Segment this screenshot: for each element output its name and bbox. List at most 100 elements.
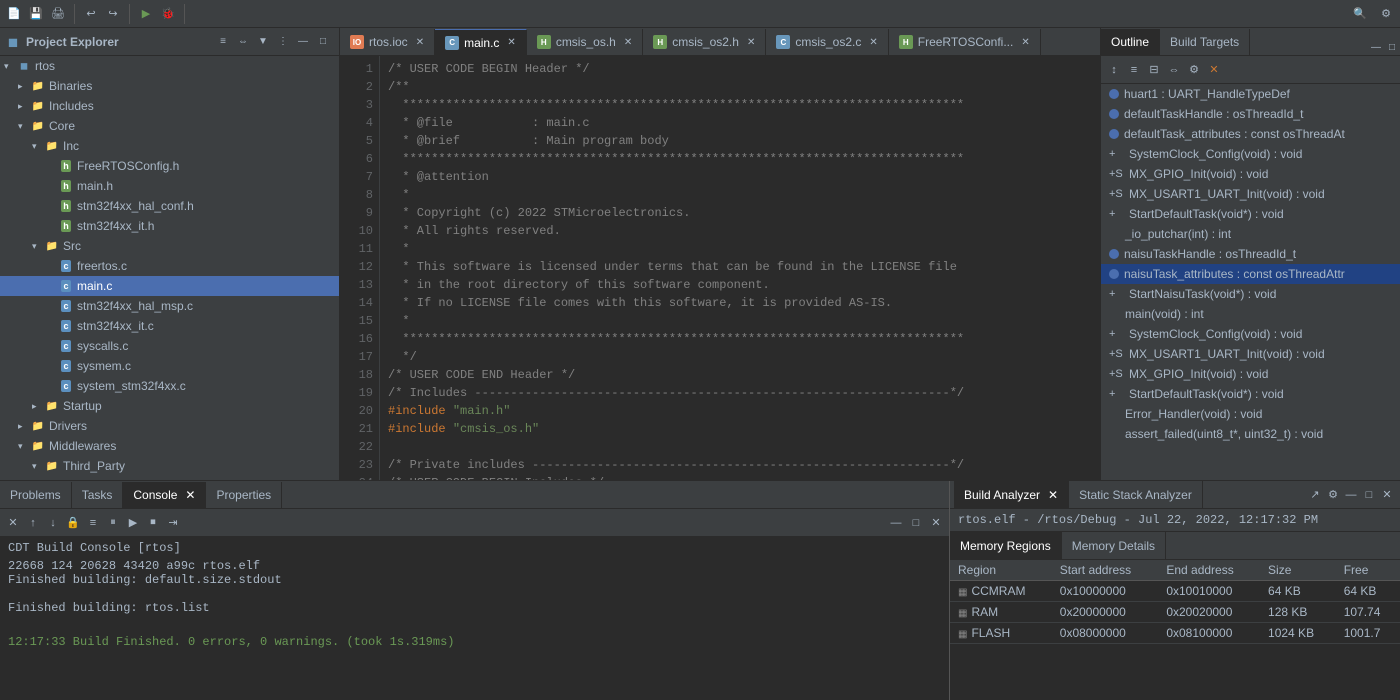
outline-item[interactable]: Error_Handler(void) : void xyxy=(1101,404,1400,424)
tab-close-cmsis_os-h[interactable]: ✕ xyxy=(624,37,632,48)
tab-close-main-c[interactable]: ✕ xyxy=(507,37,515,48)
outline-item[interactable]: +SMX_USART1_UART_Init(void) : void xyxy=(1101,344,1400,364)
link-with-editor-btn[interactable]: ⇔ xyxy=(235,34,251,50)
tree-item-third_party[interactable]: ▾📁Third_Party xyxy=(0,456,339,476)
outline-item[interactable]: +SystemClock_Config(void) : void xyxy=(1101,324,1400,344)
outline-maximize-btn[interactable]: □ xyxy=(1384,39,1400,55)
outline-item[interactable]: defaultTaskHandle : osThreadId_t xyxy=(1101,104,1400,124)
console-minimize-btn[interactable]: — xyxy=(887,514,905,532)
outline-item[interactable]: +SystemClock_Config(void) : void xyxy=(1101,144,1400,164)
tab-close-cmsis_os2-c[interactable]: ✕ xyxy=(869,37,877,48)
console-stop-btn[interactable]: ⏹ xyxy=(144,514,162,532)
maximize-explorer-btn[interactable]: □ xyxy=(315,34,331,50)
build-tab-build-analyzer[interactable]: Build Analyzer✕ xyxy=(954,481,1069,508)
outline-item[interactable]: naisuTask_attributes : const osThreadAtt… xyxy=(1101,264,1400,284)
filter-btn[interactable]: ▼ xyxy=(255,34,271,50)
tree-item-freertosconfig[interactable]: hFreeRTOSConfig.h xyxy=(0,156,339,176)
editor-tab-rtos-ioc[interactable]: IOrtos.ioc✕ xyxy=(340,29,435,55)
tree-item-middlewares[interactable]: ▾📁Middlewares xyxy=(0,436,339,456)
tree-item-core[interactable]: ▾📁Core xyxy=(0,116,339,136)
debug-button[interactable]: 🐞 xyxy=(158,4,178,24)
memory-tab-memory-details[interactable]: Memory Details xyxy=(1062,532,1166,559)
console-lock-btn[interactable]: 🔒 xyxy=(64,514,82,532)
outline-item[interactable]: +StartNaisuTask(void*) : void xyxy=(1101,284,1400,304)
undo-button[interactable]: ↩ xyxy=(81,4,101,24)
tree-item-stm32f4xx_hal_msp[interactable]: cstm32f4xx_hal_msp.c xyxy=(0,296,339,316)
collapse-all-btn[interactable]: ≡ xyxy=(215,34,231,50)
tab-build-targets[interactable]: Build Targets xyxy=(1160,29,1250,55)
build-settings-btn[interactable]: ⚙ xyxy=(1324,486,1342,504)
outline-item[interactable]: huart1 : UART_HandleTypeDef xyxy=(1101,84,1400,104)
tree-item-startup[interactable]: ▸📁Startup xyxy=(0,396,339,416)
code-editor[interactable]: 1234567891011121314151617181920212223242… xyxy=(340,56,1100,480)
tab-close-cmsis_os2-h[interactable]: ✕ xyxy=(747,37,755,48)
editor-tab-main-c[interactable]: Cmain.c✕ xyxy=(435,29,527,55)
code-content[interactable]: /* USER CODE BEGIN Header *//** ********… xyxy=(380,56,1100,480)
console-pause-btn[interactable]: ⏸ xyxy=(104,514,122,532)
editor-tab-cmsis_os2-h[interactable]: Hcmsis_os2.h✕ xyxy=(643,29,766,55)
console-tab-problems[interactable]: Problems xyxy=(0,482,72,508)
save-button[interactable]: 💾 xyxy=(26,4,46,24)
console-tab-tasks[interactable]: Tasks xyxy=(72,482,124,508)
outline-item[interactable]: +SMX_USART1_UART_Init(void) : void xyxy=(1101,184,1400,204)
tree-item-freertos-c[interactable]: cfreertos.c xyxy=(0,256,339,276)
tree-item-stm32f4xx_it-h[interactable]: hstm32f4xx_it.h xyxy=(0,216,339,236)
console-tab-close[interactable]: ✕ xyxy=(185,488,195,502)
console-close-btn[interactable]: ✕ xyxy=(927,514,945,532)
outline-sort-btn[interactable]: ↕ xyxy=(1105,61,1123,79)
outline-item[interactable]: +StartDefaultTask(void*) : void xyxy=(1101,384,1400,404)
console-maximize-btn[interactable]: □ xyxy=(907,514,925,532)
tree-item-sysmem[interactable]: csysmem.c xyxy=(0,356,339,376)
view-menu-btn[interactable]: ⋮ xyxy=(275,34,291,50)
editor-tab-freertosconf[interactable]: HFreeRTOSConfi...✕ xyxy=(889,29,1041,55)
print-button[interactable]: 🖨 xyxy=(48,4,68,24)
outline-settings-btn[interactable]: ⚙ xyxy=(1185,61,1203,79)
outline-item[interactable]: naisuTaskHandle : osThreadId_t xyxy=(1101,244,1400,264)
outline-close-btn[interactable]: ✕ xyxy=(1205,61,1223,79)
build-close-btn[interactable]: ✕ xyxy=(1378,486,1396,504)
console-tab-console[interactable]: Console✕ xyxy=(123,482,206,508)
outline-item[interactable]: +StartDefaultTask(void*) : void xyxy=(1101,204,1400,224)
outline-item[interactable]: _io_putchar(int) : int xyxy=(1101,224,1400,244)
outline-filter-btn[interactable]: ≡ xyxy=(1125,61,1143,79)
tree-item-src[interactable]: ▾📁Src xyxy=(0,236,339,256)
new-button[interactable]: 📄 xyxy=(4,4,24,24)
tab-close-freertosconf[interactable]: ✕ xyxy=(1021,37,1029,48)
console-down-btn[interactable]: ↓ xyxy=(44,514,62,532)
build-button[interactable]: ▶ xyxy=(136,4,156,24)
tree-item-includes[interactable]: ▸📁Includes xyxy=(0,96,339,116)
tab-close-rtos-ioc[interactable]: ✕ xyxy=(416,37,424,48)
console-export-btn[interactable]: ⇥ xyxy=(164,514,182,532)
outline-item[interactable]: main(void) : int xyxy=(1101,304,1400,324)
editor-tab-cmsis_os-h[interactable]: Hcmsis_os.h✕ xyxy=(527,29,643,55)
outline-item[interactable]: assert_failed(uint8_t*, uint32_t) : void xyxy=(1101,424,1400,444)
outline-item[interactable]: +SMX_GPIO_Init(void) : void xyxy=(1101,164,1400,184)
console-tab-properties[interactable]: Properties xyxy=(206,482,282,508)
tree-item-inc[interactable]: ▾📁Inc xyxy=(0,136,339,156)
console-copy-btn[interactable]: ↑ xyxy=(24,514,42,532)
search-button[interactable]: 🔍 xyxy=(1350,4,1370,24)
console-clear-btn[interactable]: ✕ xyxy=(4,514,22,532)
build-minimize-btn[interactable]: — xyxy=(1342,486,1360,504)
tree-item-main-c[interactable]: cmain.c xyxy=(0,276,339,296)
tree-item-system_stm32f4xx[interactable]: csystem_stm32f4xx.c xyxy=(0,376,339,396)
console-play-btn[interactable]: ▶ xyxy=(124,514,142,532)
tree-item-stm32f4xx_it-c[interactable]: cstm32f4xx_it.c xyxy=(0,316,339,336)
editor-tab-cmsis_os2-c[interactable]: Ccmsis_os2.c✕ xyxy=(766,29,888,55)
tree-item-syscalls[interactable]: csyscalls.c xyxy=(0,336,339,356)
outline-minimize-btn[interactable]: — xyxy=(1368,39,1384,55)
tree-item-stm32f4xx_hal_conf[interactable]: hstm32f4xx_hal_conf.h xyxy=(0,196,339,216)
tree-item-drivers[interactable]: ▸📁Drivers xyxy=(0,416,339,436)
outline-item[interactable]: defaultTask_attributes : const osThreadA… xyxy=(1101,124,1400,144)
tab-outline[interactable]: Outline xyxy=(1101,29,1160,55)
minimize-explorer-btn[interactable]: — xyxy=(295,34,311,50)
build-maximize-btn[interactable]: □ xyxy=(1360,486,1378,504)
build-tab-static-stack-analyzer[interactable]: Static Stack Analyzer xyxy=(1069,481,1203,508)
outline-item[interactable]: +SMX_GPIO_Init(void) : void xyxy=(1101,364,1400,384)
outline-link-btn[interactable]: ⇔ xyxy=(1165,61,1183,79)
redo-button[interactable]: ↪ xyxy=(103,4,123,24)
settings-button[interactable]: ⚙ xyxy=(1376,4,1396,24)
tree-item-rtos[interactable]: ▾◼rtos xyxy=(0,56,339,76)
tree-item-main-h[interactable]: hmain.h xyxy=(0,176,339,196)
memory-tab-memory-regions[interactable]: Memory Regions xyxy=(950,532,1062,559)
